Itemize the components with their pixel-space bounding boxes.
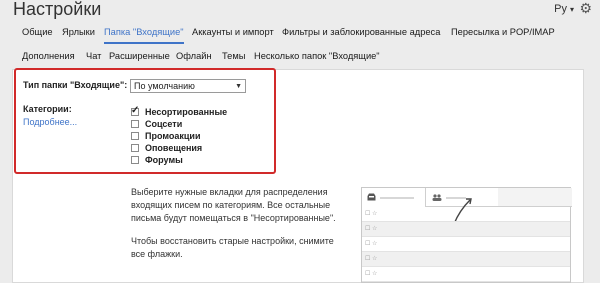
- checkbox-promotions[interactable]: [131, 132, 139, 140]
- language-selector[interactable]: Ру ▾: [554, 3, 574, 15]
- category-label: Форумы: [145, 155, 183, 165]
- preview-mail-row: ☐ ☆: [362, 207, 570, 222]
- tab-accounts-import[interactable]: Аккаунты и импорт: [192, 25, 274, 44]
- category-forums[interactable]: Форумы: [131, 155, 183, 167]
- category-social[interactable]: Соцсети: [131, 119, 182, 131]
- tab-inbox[interactable]: Папка "Входящие": [104, 25, 184, 44]
- inbox-type-value: По умолчанию: [134, 81, 195, 91]
- preview-mail-row: ☐ ☆: [362, 237, 570, 252]
- category-promotions[interactable]: Промоакции: [131, 131, 201, 143]
- checkbox-updates[interactable]: [131, 144, 139, 152]
- page-title: Настройки: [13, 0, 102, 19]
- settings-tabs-row2: Дополнения Чат Расширенные Офлайн Темы Н…: [0, 49, 600, 69]
- category-primary[interactable]: Несортированные: [131, 105, 228, 119]
- tab-advanced[interactable]: Расширенные: [109, 49, 170, 68]
- preview-tab-empty: [498, 188, 572, 207]
- tab-chat[interactable]: Чат: [86, 49, 101, 68]
- dropdown-arrow-icon: ▼: [235, 83, 242, 90]
- settings-header: Настройки Ру ▾ ⚙: [0, 0, 600, 22]
- category-label: Соцсети: [145, 119, 183, 129]
- tab-addons[interactable]: Дополнения: [22, 49, 75, 68]
- description-paragraph-1: Выберите нужные вкладки для распределени…: [131, 187, 336, 223]
- language-label: Ру: [554, 3, 567, 15]
- inbox-type-label: Тип папки "Входящие":: [23, 80, 128, 90]
- tab-multiple-inboxes[interactable]: Несколько папок "Входящие": [254, 49, 380, 68]
- category-label: Промоакции: [145, 131, 201, 141]
- tab-labels[interactable]: Ярлыки: [62, 25, 95, 44]
- tab-offline[interactable]: Офлайн: [176, 49, 212, 68]
- tab-themes[interactable]: Темы: [222, 49, 245, 68]
- preview-mail-row: ☐ ☆: [362, 222, 570, 237]
- inbox-preview-illustration: ☐ ☆ ☐ ☆ ☐ ☆ ☐ ☆ ☐ ☆: [361, 187, 572, 283]
- checkbox-forums[interactable]: [131, 156, 139, 164]
- preview-mail-row: ☐ ☆: [362, 252, 570, 267]
- description-paragraph-2: Чтобы восстановить старые настройки, сни…: [131, 236, 334, 259]
- preview-tab-primary: [362, 188, 426, 207]
- tab-general[interactable]: Общие: [22, 25, 53, 44]
- checkbox-primary[interactable]: [131, 105, 139, 116]
- gear-icon[interactable]: ⚙: [579, 0, 592, 17]
- inbox-icon: [367, 193, 376, 201]
- inbox-type-select[interactable]: По умолчанию ▼: [130, 79, 246, 93]
- preview-mail-row: ☐ ☆: [362, 267, 570, 282]
- category-label: Оповещения: [145, 143, 203, 153]
- tab-forwarding-pop-imap[interactable]: Пересылка и POP/IMAP: [451, 25, 555, 44]
- categories-label: Категории:: [23, 104, 72, 114]
- settings-tabs-row1: Общие Ярлыки Папка "Входящие" Аккаунты и…: [0, 25, 600, 45]
- checkbox-social[interactable]: [131, 120, 139, 128]
- people-icon: [432, 194, 442, 201]
- category-label: Несортированные: [145, 107, 228, 117]
- tab-filters-blocked[interactable]: Фильтры и заблокированные адреса: [282, 25, 440, 44]
- category-updates[interactable]: Оповещения: [131, 143, 202, 155]
- learn-more-link[interactable]: Подробнее...: [23, 117, 77, 127]
- chevron-down-icon: ▾: [569, 5, 574, 14]
- preview-tab-line: [380, 197, 414, 199]
